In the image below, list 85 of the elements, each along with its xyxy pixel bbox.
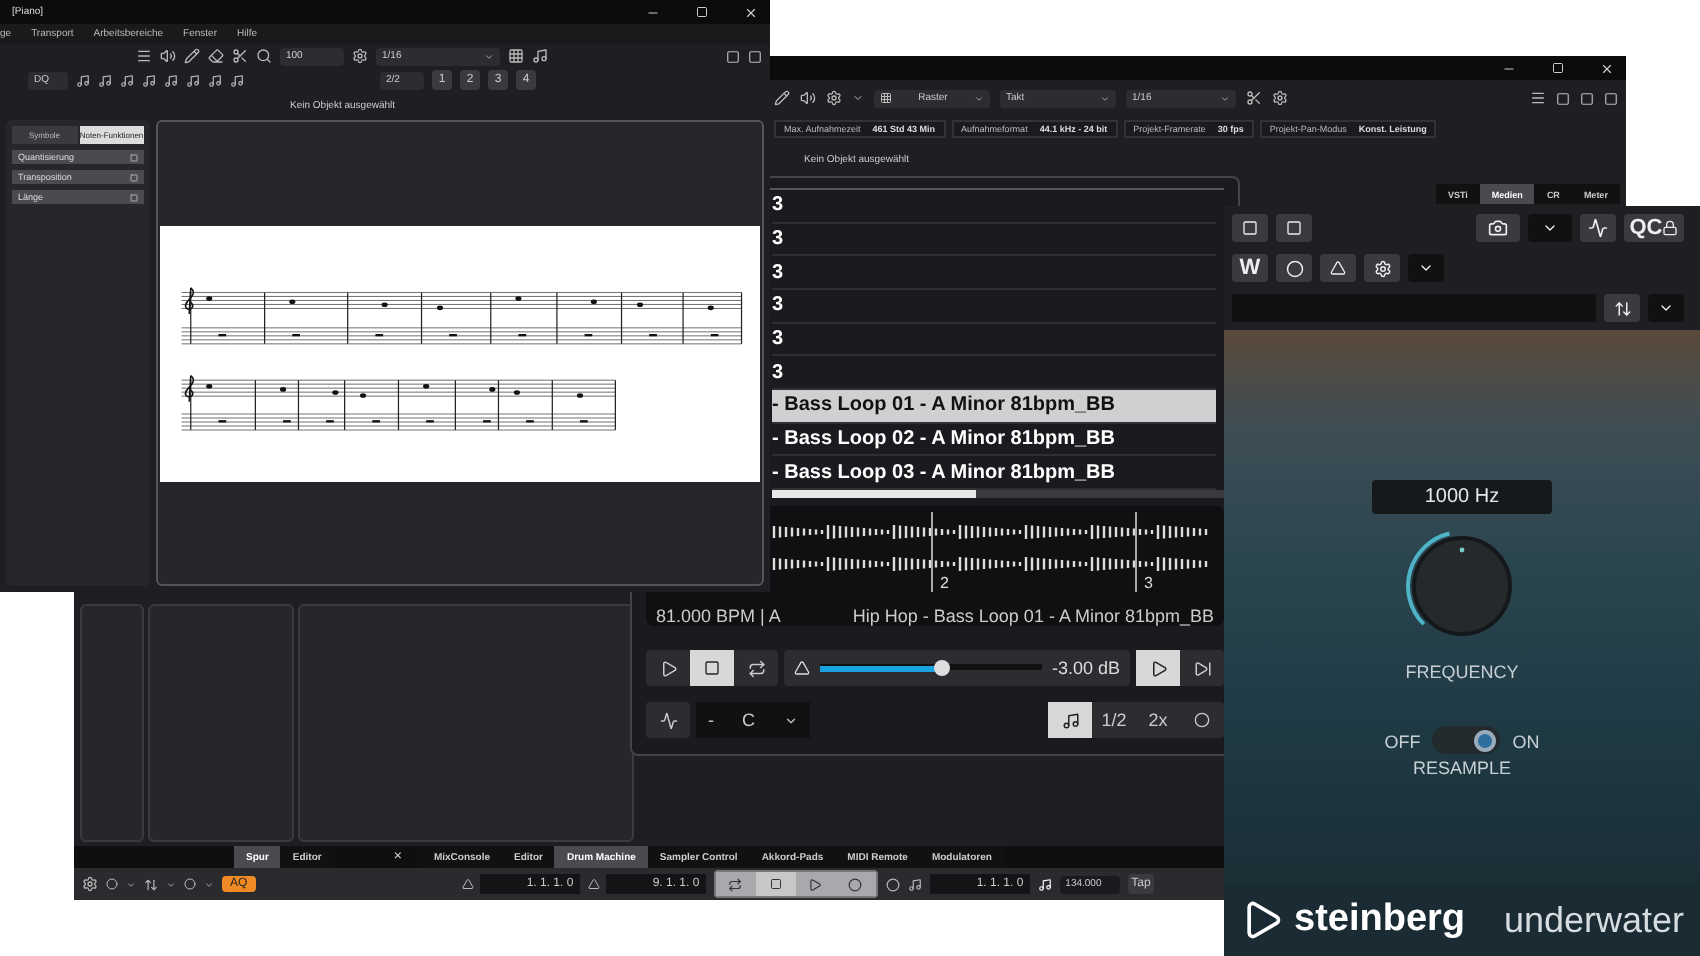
gear-icon[interactable] (826, 90, 842, 106)
section-icon[interactable] (130, 153, 138, 161)
section-icon[interactable] (130, 193, 138, 201)
scissors-icon[interactable] (232, 48, 248, 64)
note-icon[interactable] (1061, 711, 1079, 729)
volume-reading: -3.00 dB (1051, 658, 1120, 678)
knob-label: FREQUENCY (1405, 662, 1519, 682)
pencil-icon[interactable] (774, 90, 790, 106)
note-icon[interactable] (164, 73, 178, 87)
loop-row[interactable]: - Bass Loop 01 - A Minor 81bpm_BB (772, 390, 1216, 424)
scissors-icon[interactable] (1246, 90, 1262, 106)
gear-icon[interactable] (82, 876, 98, 892)
toolbar-icon[interactable] (136, 48, 152, 64)
layout-icon[interactable] (1530, 90, 1546, 106)
loop-row[interactable]: - Bass Loop 02 - A Minor 81bpm_BB (772, 423, 1216, 457)
file-name-text: Hip Hop - Bass Loop 01 - A Minor 81bpm_BB (852, 606, 1214, 626)
nudge-icon[interactable] (144, 877, 158, 891)
auto-play-icon[interactable] (1149, 659, 1167, 677)
note-icon[interactable] (532, 48, 548, 64)
volume-slider[interactable] (820, 660, 1042, 676)
note-icon[interactable] (120, 73, 134, 87)
grid-icon[interactable] (880, 92, 892, 104)
brand-name: steinberg (1294, 898, 1466, 942)
loop-row[interactable]: 3 (772, 289, 1216, 324)
resample-switch[interactable] (1432, 726, 1501, 754)
stop-icon[interactable] (769, 878, 782, 890)
dot-icon[interactable] (184, 878, 196, 890)
caret-icon[interactable] (783, 713, 797, 727)
maximize-icon[interactable] (696, 6, 708, 18)
loop-row[interactable]: 3 (772, 323, 1216, 357)
note-icon[interactable] (76, 73, 90, 87)
marker-label: 3 (1142, 574, 1155, 592)
note-icon[interactable] (142, 73, 156, 87)
tempo-key-text: 81.000 BPM | A (656, 606, 781, 626)
key-dropdown[interactable]: - C (696, 702, 809, 738)
section-icon[interactable] (130, 173, 138, 181)
plugin-name: underwater (1503, 899, 1684, 941)
grid-icon[interactable] (508, 48, 524, 64)
note-icon[interactable] (230, 73, 244, 87)
metronome-icon[interactable] (1037, 877, 1052, 891)
caret-icon[interactable] (1542, 220, 1558, 236)
dot-icon[interactable] (106, 878, 118, 890)
write-button[interactable]: W (1232, 254, 1268, 282)
play-icon[interactable] (808, 877, 823, 891)
scrollbar[interactable] (772, 490, 1224, 498)
slider-thumb[interactable] (934, 660, 951, 676)
off-label: OFF (1384, 732, 1421, 752)
close-icon[interactable] (1600, 61, 1614, 75)
frequency-field[interactable]: 1000 Hz (1372, 480, 1552, 514)
speaker-icon[interactable] (800, 90, 816, 106)
note-icon[interactable] (907, 877, 922, 891)
lock-icon[interactable] (1662, 220, 1679, 236)
up-down-icon[interactable] (1613, 299, 1631, 317)
cycle-icon[interactable] (728, 877, 743, 891)
caret-icon[interactable] (1658, 300, 1674, 316)
caret-icon[interactable] (1418, 260, 1434, 276)
loop-row[interactable]: 3 (772, 189, 1216, 224)
auto-play-button[interactable] (1136, 650, 1180, 686)
circle-icon[interactable] (1285, 259, 1303, 277)
on-label: ON (1512, 732, 1540, 752)
pencil-icon[interactable] (184, 48, 200, 64)
speed-button[interactable]: 1/2 (1092, 702, 1136, 738)
switch-label: RESAMPLE (1412, 758, 1512, 778)
stop-icon[interactable] (704, 660, 720, 676)
note-icon[interactable] (208, 73, 222, 87)
search-icon[interactable] (256, 48, 272, 64)
note-icon[interactable] (98, 73, 112, 87)
close-icon[interactable] (744, 5, 758, 19)
camera-icon[interactable] (1488, 218, 1508, 238)
qc-button[interactable]: QC (1624, 214, 1684, 242)
speed-button[interactable]: 2x (1136, 702, 1180, 738)
gear-icon[interactable] (352, 48, 368, 64)
note-icon[interactable] (186, 73, 200, 87)
loop-row[interactable]: 3 (772, 256, 1216, 290)
maximize-icon[interactable] (1552, 62, 1564, 74)
loop-row[interactable]: 3 (772, 223, 1216, 257)
pulse-icon[interactable] (659, 711, 677, 729)
marker-label: 2 (938, 574, 951, 592)
gear-icon[interactable] (1272, 90, 1288, 106)
stop-button[interactable] (690, 650, 734, 686)
note-button[interactable] (1048, 702, 1092, 738)
eraser-icon[interactable] (208, 48, 224, 64)
speaker-icon[interactable] (160, 48, 176, 64)
next-icon[interactable] (1193, 659, 1211, 677)
loop-icon[interactable] (747, 659, 765, 677)
